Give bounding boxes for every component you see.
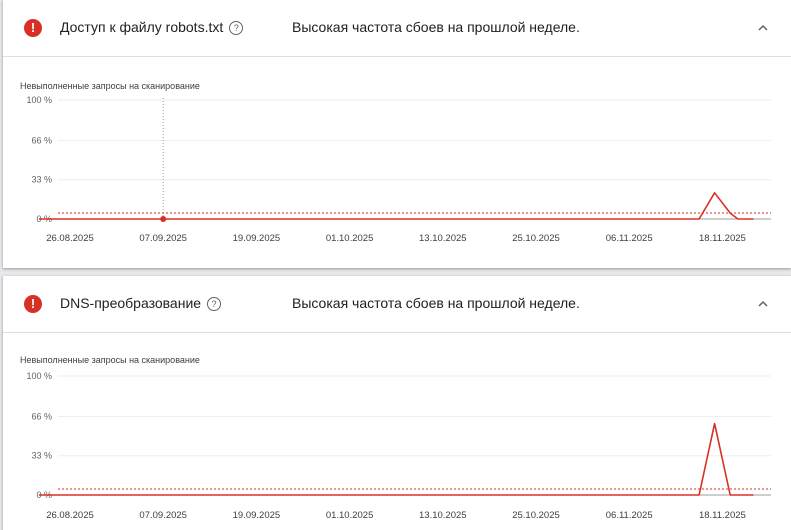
x-tick-label: 25.10.2025	[512, 510, 560, 521]
help-icon[interactable]: ?	[207, 297, 222, 311]
x-tick-label: 19.09.2025	[233, 233, 281, 244]
series-line	[38, 422, 754, 496]
failed-requests-chart: Невыполненные запросы на сканирование0 %…	[20, 355, 771, 521]
y-axis-label: Невыполненные запросы на сканирование	[20, 355, 200, 365]
y-tick-label: 66 %	[31, 135, 52, 145]
series-line	[38, 192, 754, 220]
highlight-point	[160, 216, 167, 222]
card-title-text: DNS-преобразование	[60, 295, 202, 311]
alert-icon: !	[24, 295, 42, 313]
x-tick-label: 07.09.2025	[139, 510, 187, 521]
x-tick-label: 18.11.2025	[699, 510, 746, 521]
y-tick-label: 66 %	[31, 411, 52, 421]
y-tick-label: 33 %	[31, 175, 52, 185]
y-axis-label: Невыполненные запросы на сканирование	[20, 81, 200, 91]
x-tick-label: 19.09.2025	[233, 510, 281, 521]
chart-area: Невыполненные запросы на сканирование 0 %…	[3, 333, 791, 530]
x-tick-label: 26.08.2025	[46, 510, 94, 521]
y-tick-label: 100 %	[26, 95, 52, 105]
card-header[interactable]: ! Доступ к файлу robots.txt? Высокая час…	[3, 0, 791, 57]
x-tick-label: 06.11.2025	[606, 233, 653, 244]
chevron-up-icon[interactable]	[754, 19, 772, 37]
dns-card: ! DNS-преобразование? Высокая частота сб…	[3, 276, 791, 530]
alert-icon: !	[24, 19, 42, 37]
y-tick-label: 33 %	[31, 451, 52, 461]
x-tick-label: 01.10.2025	[326, 233, 374, 244]
chevron-up-icon[interactable]	[754, 295, 772, 313]
x-tick-label: 07.09.2025	[139, 233, 187, 244]
card-header[interactable]: ! DNS-преобразование? Высокая частота сб…	[3, 276, 791, 333]
chart-area: Невыполненные запросы на сканирование 0 %…	[3, 57, 791, 268]
x-tick-label: 18.11.2025	[699, 233, 746, 244]
card-status: Высокая частота сбоев на прошлой неделе.	[292, 19, 580, 35]
card-title: Доступ к файлу robots.txt?	[60, 19, 244, 35]
x-tick-label: 26.08.2025	[46, 233, 94, 244]
robots-txt-card: ! Доступ к файлу robots.txt? Высокая час…	[3, 0, 791, 268]
help-icon[interactable]: ?	[229, 21, 244, 35]
x-tick-label: 13.10.2025	[419, 233, 467, 244]
y-tick-label: 100 %	[26, 371, 52, 381]
x-tick-label: 25.10.2025	[512, 233, 560, 244]
card-title-text: Доступ к файлу robots.txt	[60, 19, 224, 35]
x-tick-label: 13.10.2025	[419, 510, 467, 521]
card-title: DNS-преобразование?	[60, 295, 222, 311]
x-tick-label: 06.11.2025	[606, 510, 653, 521]
failed-requests-chart: Невыполненные запросы на сканирование0 %…	[20, 81, 771, 244]
card-status: Высокая частота сбоев на прошлой неделе.	[292, 295, 580, 311]
x-tick-label: 01.10.2025	[326, 510, 374, 521]
